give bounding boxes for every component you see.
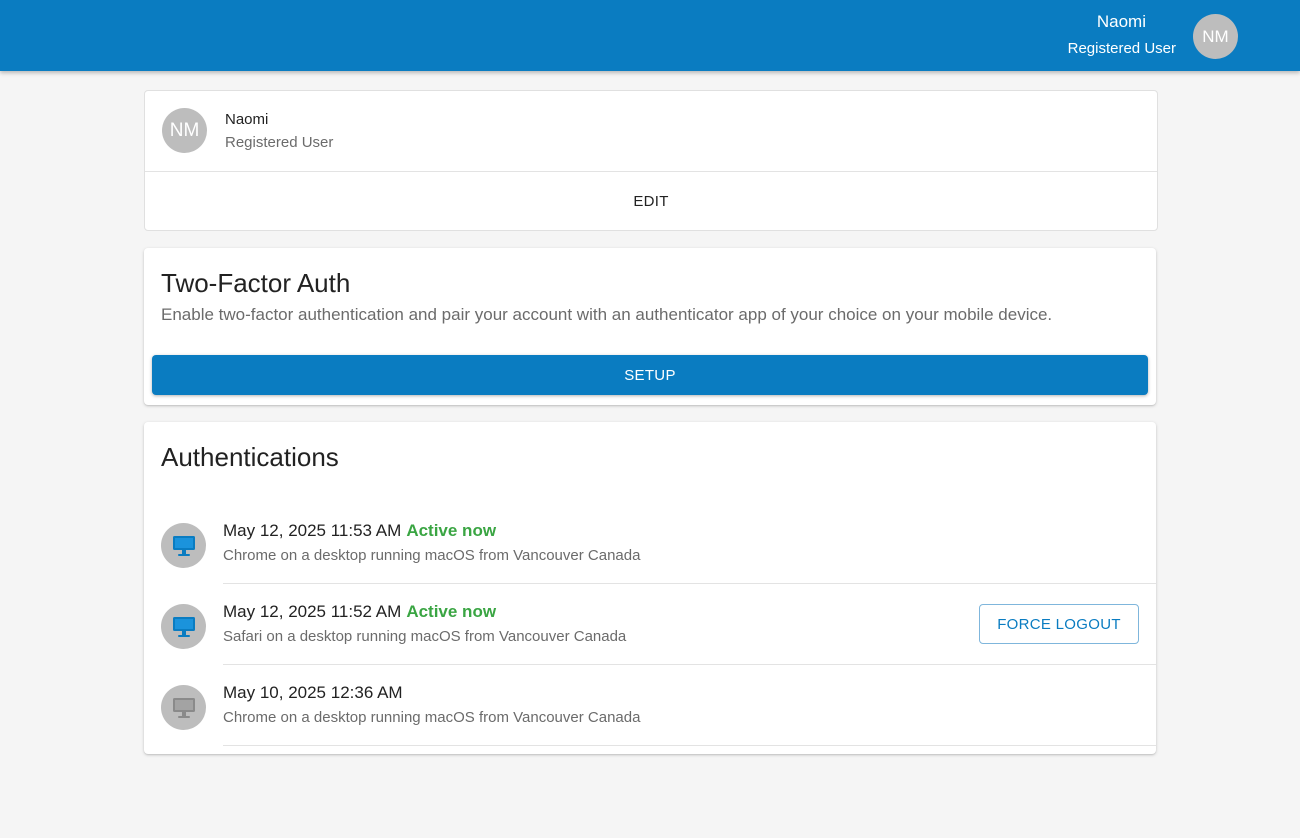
two-factor-title: Two-Factor Auth — [161, 268, 351, 298]
session-time: May 10, 2025 12:36 AM — [223, 683, 403, 702]
desktop-monitor-icon — [161, 523, 206, 568]
session-active-status: Active now — [406, 521, 497, 540]
desktop-monitor-icon — [161, 604, 206, 649]
profile-name: Naomi — [225, 111, 269, 128]
setup-two-factor-button[interactable]: SETUP — [152, 355, 1148, 395]
profile-role: Registered User — [225, 134, 334, 151]
session-description: Chrome on a desktop running macOS from V… — [223, 709, 641, 726]
profile-avatar: NM — [162, 108, 207, 153]
header-user-name: Naomi — [1096, 12, 1146, 31]
header-avatar[interactable]: NM — [1193, 14, 1238, 59]
session-row: May 12, 2025 11:52 AM Active now Safari o… — [144, 584, 1156, 665]
session-row: May 10, 2025 12:36 AM Chrome on a deskto… — [144, 665, 1156, 746]
session-row: May 12, 2025 11:53 AM Active now Chrome o… — [144, 503, 1156, 584]
session-active-status: Active now — [406, 602, 497, 621]
header-user-role: Registered User — [1067, 40, 1176, 57]
session-time: May 12, 2025 11:52 AM — [223, 602, 402, 621]
session-time: May 12, 2025 11:53 AM — [223, 521, 402, 540]
monitor-glyph — [172, 535, 195, 556]
session-timestamp: May 12, 2025 11:52 AM Active now — [223, 602, 496, 622]
top-app-bar: Naomi Registered User NM — [0, 0, 1300, 71]
row-divider — [223, 745, 1156, 746]
session-description: Chrome on a desktop running macOS from V… — [223, 547, 641, 564]
monitor-glyph — [172, 616, 195, 637]
two-factor-description: Enable two-factor authentication and pai… — [161, 305, 1053, 324]
session-timestamp: May 12, 2025 11:53 AM Active now — [223, 521, 496, 541]
desktop-monitor-icon — [161, 685, 206, 730]
two-factor-card: Two-Factor Auth Enable two-factor authen… — [144, 248, 1156, 405]
authentications-card: Authentications May 12, 2025 11:53 AM Act… — [144, 422, 1156, 754]
profile-card: NM Naomi Registered User EDIT — [144, 90, 1158, 231]
monitor-glyph — [172, 697, 195, 718]
session-description: Safari on a desktop running macOS from V… — [223, 628, 627, 645]
authentications-title: Authentications — [161, 442, 339, 472]
force-logout-button[interactable]: FORCE LOGOUT — [979, 604, 1139, 644]
session-timestamp: May 10, 2025 12:36 AM — [223, 683, 403, 703]
edit-profile-button[interactable]: EDIT — [145, 172, 1157, 230]
header-user-info[interactable]: Naomi Registered User — [1068, 11, 1176, 61]
